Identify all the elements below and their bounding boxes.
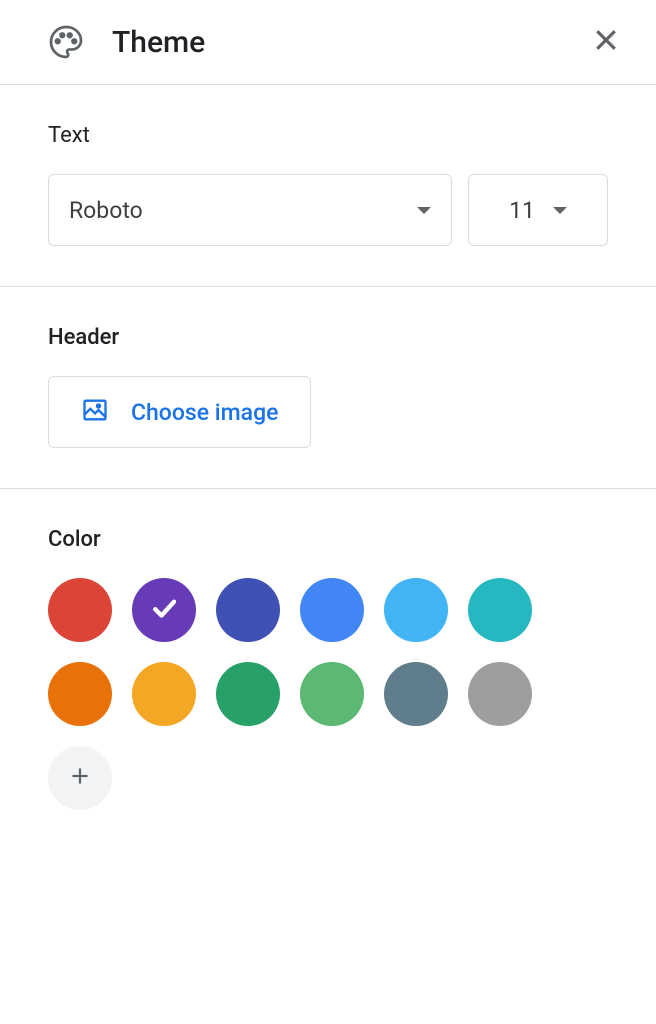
color-swatch[interactable] [216, 578, 280, 642]
font-value: Roboto [69, 197, 143, 224]
color-swatch[interactable] [468, 662, 532, 726]
text-controls: Roboto 11 [48, 174, 608, 246]
font-dropdown[interactable]: Roboto [48, 174, 452, 246]
color-swatch[interactable] [132, 662, 196, 726]
chevron-down-icon [553, 207, 567, 214]
header-label: Header [48, 325, 608, 350]
color-swatch[interactable] [132, 578, 196, 642]
color-section: Color [0, 489, 656, 850]
add-color-button[interactable] [48, 746, 112, 810]
image-icon [81, 396, 109, 428]
color-swatch[interactable] [216, 662, 280, 726]
panel-title: Theme [112, 25, 586, 60]
color-swatch[interactable] [384, 662, 448, 726]
theme-panel: Theme Text Roboto 11 Header [0, 0, 656, 850]
font-size-value: 11 [509, 197, 535, 224]
close-button[interactable] [586, 22, 626, 62]
choose-image-button[interactable]: Choose image [48, 376, 311, 448]
color-swatch[interactable] [48, 578, 112, 642]
color-swatch[interactable] [468, 578, 532, 642]
text-label: Text [48, 123, 608, 148]
font-size-dropdown[interactable]: 11 [468, 174, 608, 246]
color-swatch[interactable] [300, 662, 364, 726]
text-section: Text Roboto 11 [0, 85, 656, 287]
palette-icon [48, 24, 84, 60]
checkmark-icon [149, 593, 179, 627]
color-swatch[interactable] [300, 578, 364, 642]
header-section: Header Choose image [0, 287, 656, 489]
color-swatch[interactable] [384, 578, 448, 642]
choose-image-label: Choose image [131, 399, 278, 426]
plus-icon [67, 763, 93, 793]
color-swatch[interactable] [48, 662, 112, 726]
close-icon [591, 25, 621, 59]
color-grid [48, 578, 568, 810]
color-label: Color [48, 527, 608, 552]
chevron-down-icon [417, 207, 431, 214]
panel-header: Theme [0, 0, 656, 85]
